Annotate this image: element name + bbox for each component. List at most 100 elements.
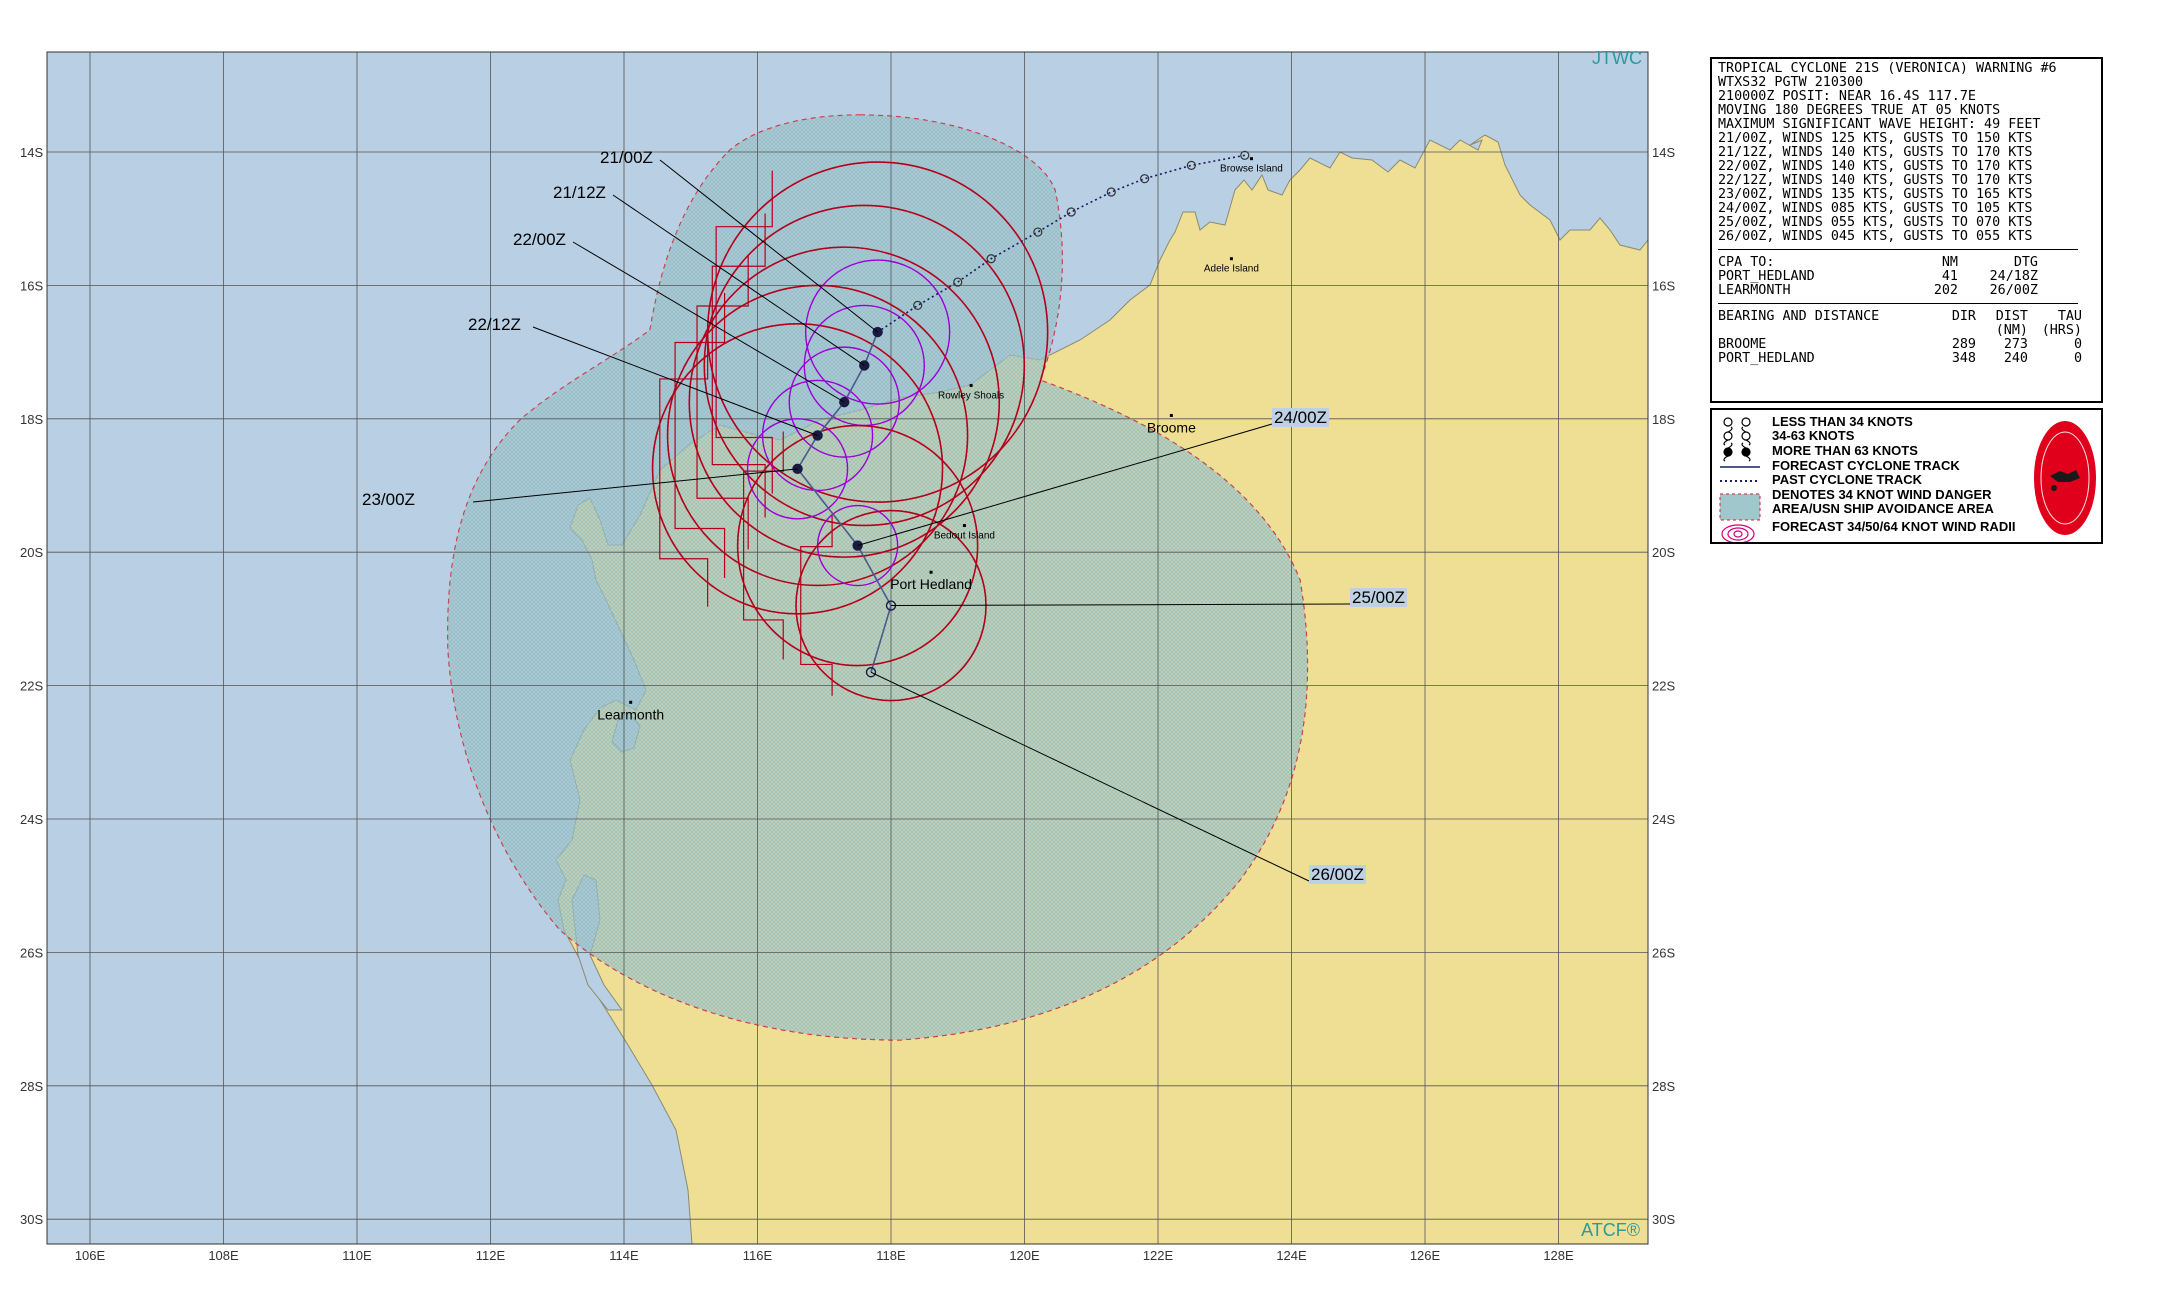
lat-tick-label: 28S [20, 1079, 43, 1094]
warning-line: MAXIMUM SIGNIFICANT WAVE HEIGHT: 49 FEET [1718, 117, 2041, 132]
lat-tick-label: 14S [20, 145, 43, 160]
cyclone-warning-map: Browse Island Adele Island Rowley Shoals Br… [20, 48, 1675, 1263]
bearing-header-units: (NM) (HRS) [1718, 324, 2095, 338]
cpa-dtg: 26/00Z [1989, 283, 2038, 298]
place-label: Bedout Island [934, 531, 995, 542]
lon-tick-label: 120E [1009, 1248, 1040, 1263]
warning-line: TROPICAL CYCLONE 21S (VERONICA) WARNING … [1718, 61, 2057, 76]
34-63-knots-icon [1723, 426, 1751, 446]
dtg-label-text: 23/00Z [362, 490, 415, 509]
legend-34-63: 34-63 KNOTS [1772, 428, 1855, 443]
cpa-nm: 202 [1933, 283, 1958, 298]
lat-tick-label: 20S [1652, 545, 1675, 560]
lat-tick-label: 16S [1652, 278, 1675, 293]
cpa-dtg-header: DTG [2013, 255, 2038, 270]
cpa-title: CPA TO: [1718, 255, 1775, 270]
bearing-tau: 0 [2073, 351, 2082, 366]
lat-tick-label: 16S [20, 278, 43, 293]
dtg-label-text: 24/00Z [1272, 408, 1329, 427]
jtwc-seal [2032, 419, 2098, 537]
dtg-label: 24/00Z [1272, 408, 1329, 428]
lat-tick-label: 24S [20, 812, 43, 827]
bearing-place: PORT_HEDLAND [1718, 351, 1815, 366]
place-marker [1169, 413, 1173, 417]
dtg-label: 22/00Z [513, 230, 566, 250]
bearing-header: BEARING AND DISTANCE DIR DIST TAU [1718, 310, 2095, 324]
dtg-label-text: 22/12Z [468, 315, 521, 334]
dtg-label: 22/12Z [468, 315, 521, 335]
less-than-34-icon [1723, 417, 1751, 427]
cpa-nm-header: NM [1941, 255, 1958, 270]
lon-tick-label: 122E [1143, 1248, 1174, 1263]
lon-tick-label: 114E [609, 1248, 639, 1263]
legend-forecast-track: FORECAST CYCLONE TRACK [1772, 458, 1960, 473]
cpa-row: PORT_HEDLAND 41 24/18Z [1718, 270, 2095, 284]
atcf-label: ATCF® [1581, 1220, 1640, 1240]
warning-line: 25/00Z, WINDS 055 KTS, GUSTS TO 070 KTS [1718, 215, 2033, 230]
warning-line: WTXS32 PGTW 210300 [1718, 75, 1864, 90]
lat-tick-label: 18S [1652, 412, 1675, 427]
dtg-label: 23/00Z [362, 490, 415, 510]
place-label: Broome [1147, 419, 1196, 435]
bearing-dir-blank [1942, 324, 1976, 338]
place-marker [929, 570, 933, 574]
lat-tick-label: 20S [20, 545, 43, 560]
bearing-dir: 348 [1951, 351, 1976, 366]
place-marker [969, 383, 973, 387]
dtg-label-text: 26/00Z [1309, 865, 1366, 884]
legend-danger-1: DENOTES 34 KNOT WIND DANGER [1772, 487, 1992, 502]
warning-line: 23/00Z, WINDS 135 KTS, GUSTS TO 165 KTS [1718, 187, 2033, 202]
bearing-title: BEARING AND DISTANCE [1718, 309, 1880, 324]
place-marker [629, 700, 633, 704]
legend-more-63: MORE THAN 63 KNOTS [1772, 443, 1918, 458]
warning-line: 26/00Z, WINDS 045 KTS, GUSTS TO 055 KTS [1718, 229, 2033, 244]
warning-line: MOVING 180 DEGREES TRUE AT 05 KNOTS [1718, 103, 2001, 118]
lon-tick-label: 124E [1276, 1248, 1307, 1263]
lat-tick-label: 22S [20, 679, 43, 694]
lon-tick-label: 108E [208, 1248, 239, 1263]
legend-radii: FORECAST 34/50/64 KNOT WIND RADII [1772, 519, 2016, 534]
lat-tick-label: 26S [20, 945, 43, 960]
cpa-header: CPA TO: NM DTG [1718, 256, 2095, 270]
warning-text-lines: TROPICAL CYCLONE 21S (VERONICA) WARNING … [1718, 62, 2095, 244]
legend-danger-2: AREA/USN SHIP AVOIDANCE AREA [1772, 501, 1994, 516]
dtg-label-text: 25/00Z [1350, 588, 1407, 607]
legend-past-track: PAST CYCLONE TRACK [1772, 472, 1922, 487]
map-legend: LESS THAN 34 KNOTS 34-63 KNOTS MORE THAN… [1710, 408, 2103, 544]
lon-tick-label: 116E [743, 1248, 773, 1263]
bearing-dist: 273 [2003, 337, 2028, 352]
bearing-dir-header: DIR [1951, 309, 1976, 324]
place-marker [1249, 157, 1253, 161]
bearing-tau-units: (HRS) [2041, 323, 2082, 338]
lat-tick-label: 28S [1652, 1079, 1675, 1094]
lon-tick-label: 112E [476, 1248, 506, 1263]
bearing-tau-header: TAU [2057, 309, 2082, 324]
bearing-row: BROOME 289 273 0 [1718, 338, 2095, 352]
cpa-place: LEARMONTH [1718, 283, 1791, 298]
bearing-row: PORT_HEDLAND 348 240 0 [1718, 352, 2095, 366]
lon-tick-label: 118E [876, 1248, 906, 1263]
dtg-label: 25/00Z [1350, 588, 1407, 608]
warning-line: 22/00Z, WINDS 140 KTS, GUSTS TO 170 KTS [1718, 159, 2033, 174]
cpa-place: PORT_HEDLAND [1718, 269, 1815, 284]
lat-tick-label: 24S [1652, 812, 1675, 827]
warning-line: 210000Z POSIT: NEAR 16.4S 117.7E [1718, 89, 1976, 104]
lat-tick-label: 30S [20, 1212, 43, 1227]
dtg-label-text: 21/00Z [600, 148, 653, 167]
place-label: Browse Island [1220, 164, 1283, 175]
more-than-63-icon [1723, 442, 1751, 462]
warning-line: 21/00Z, WINDS 125 KTS, GUSTS TO 150 KTS [1718, 131, 2033, 146]
jtwc-label: JTWC [1592, 48, 1642, 68]
place-label: Rowley Shoals [938, 390, 1004, 401]
legend-symbols [1719, 417, 1761, 542]
lat-tick-label: 26S [1652, 945, 1675, 960]
lat-tick-label: 30S [1652, 1212, 1675, 1227]
lat-tick-label: 22S [1652, 679, 1675, 694]
info-divider [1718, 249, 2078, 250]
place-label: Port Hedland [890, 576, 972, 592]
place-label: Learmonth [597, 706, 664, 722]
cpa-dtg: 24/18Z [1989, 269, 2038, 284]
warning-info-box: TROPICAL CYCLONE 21S (VERONICA) WARNING … [1710, 57, 2103, 403]
wind-radii-icon [1721, 524, 1755, 542]
danger-area-icon [1719, 493, 1761, 521]
